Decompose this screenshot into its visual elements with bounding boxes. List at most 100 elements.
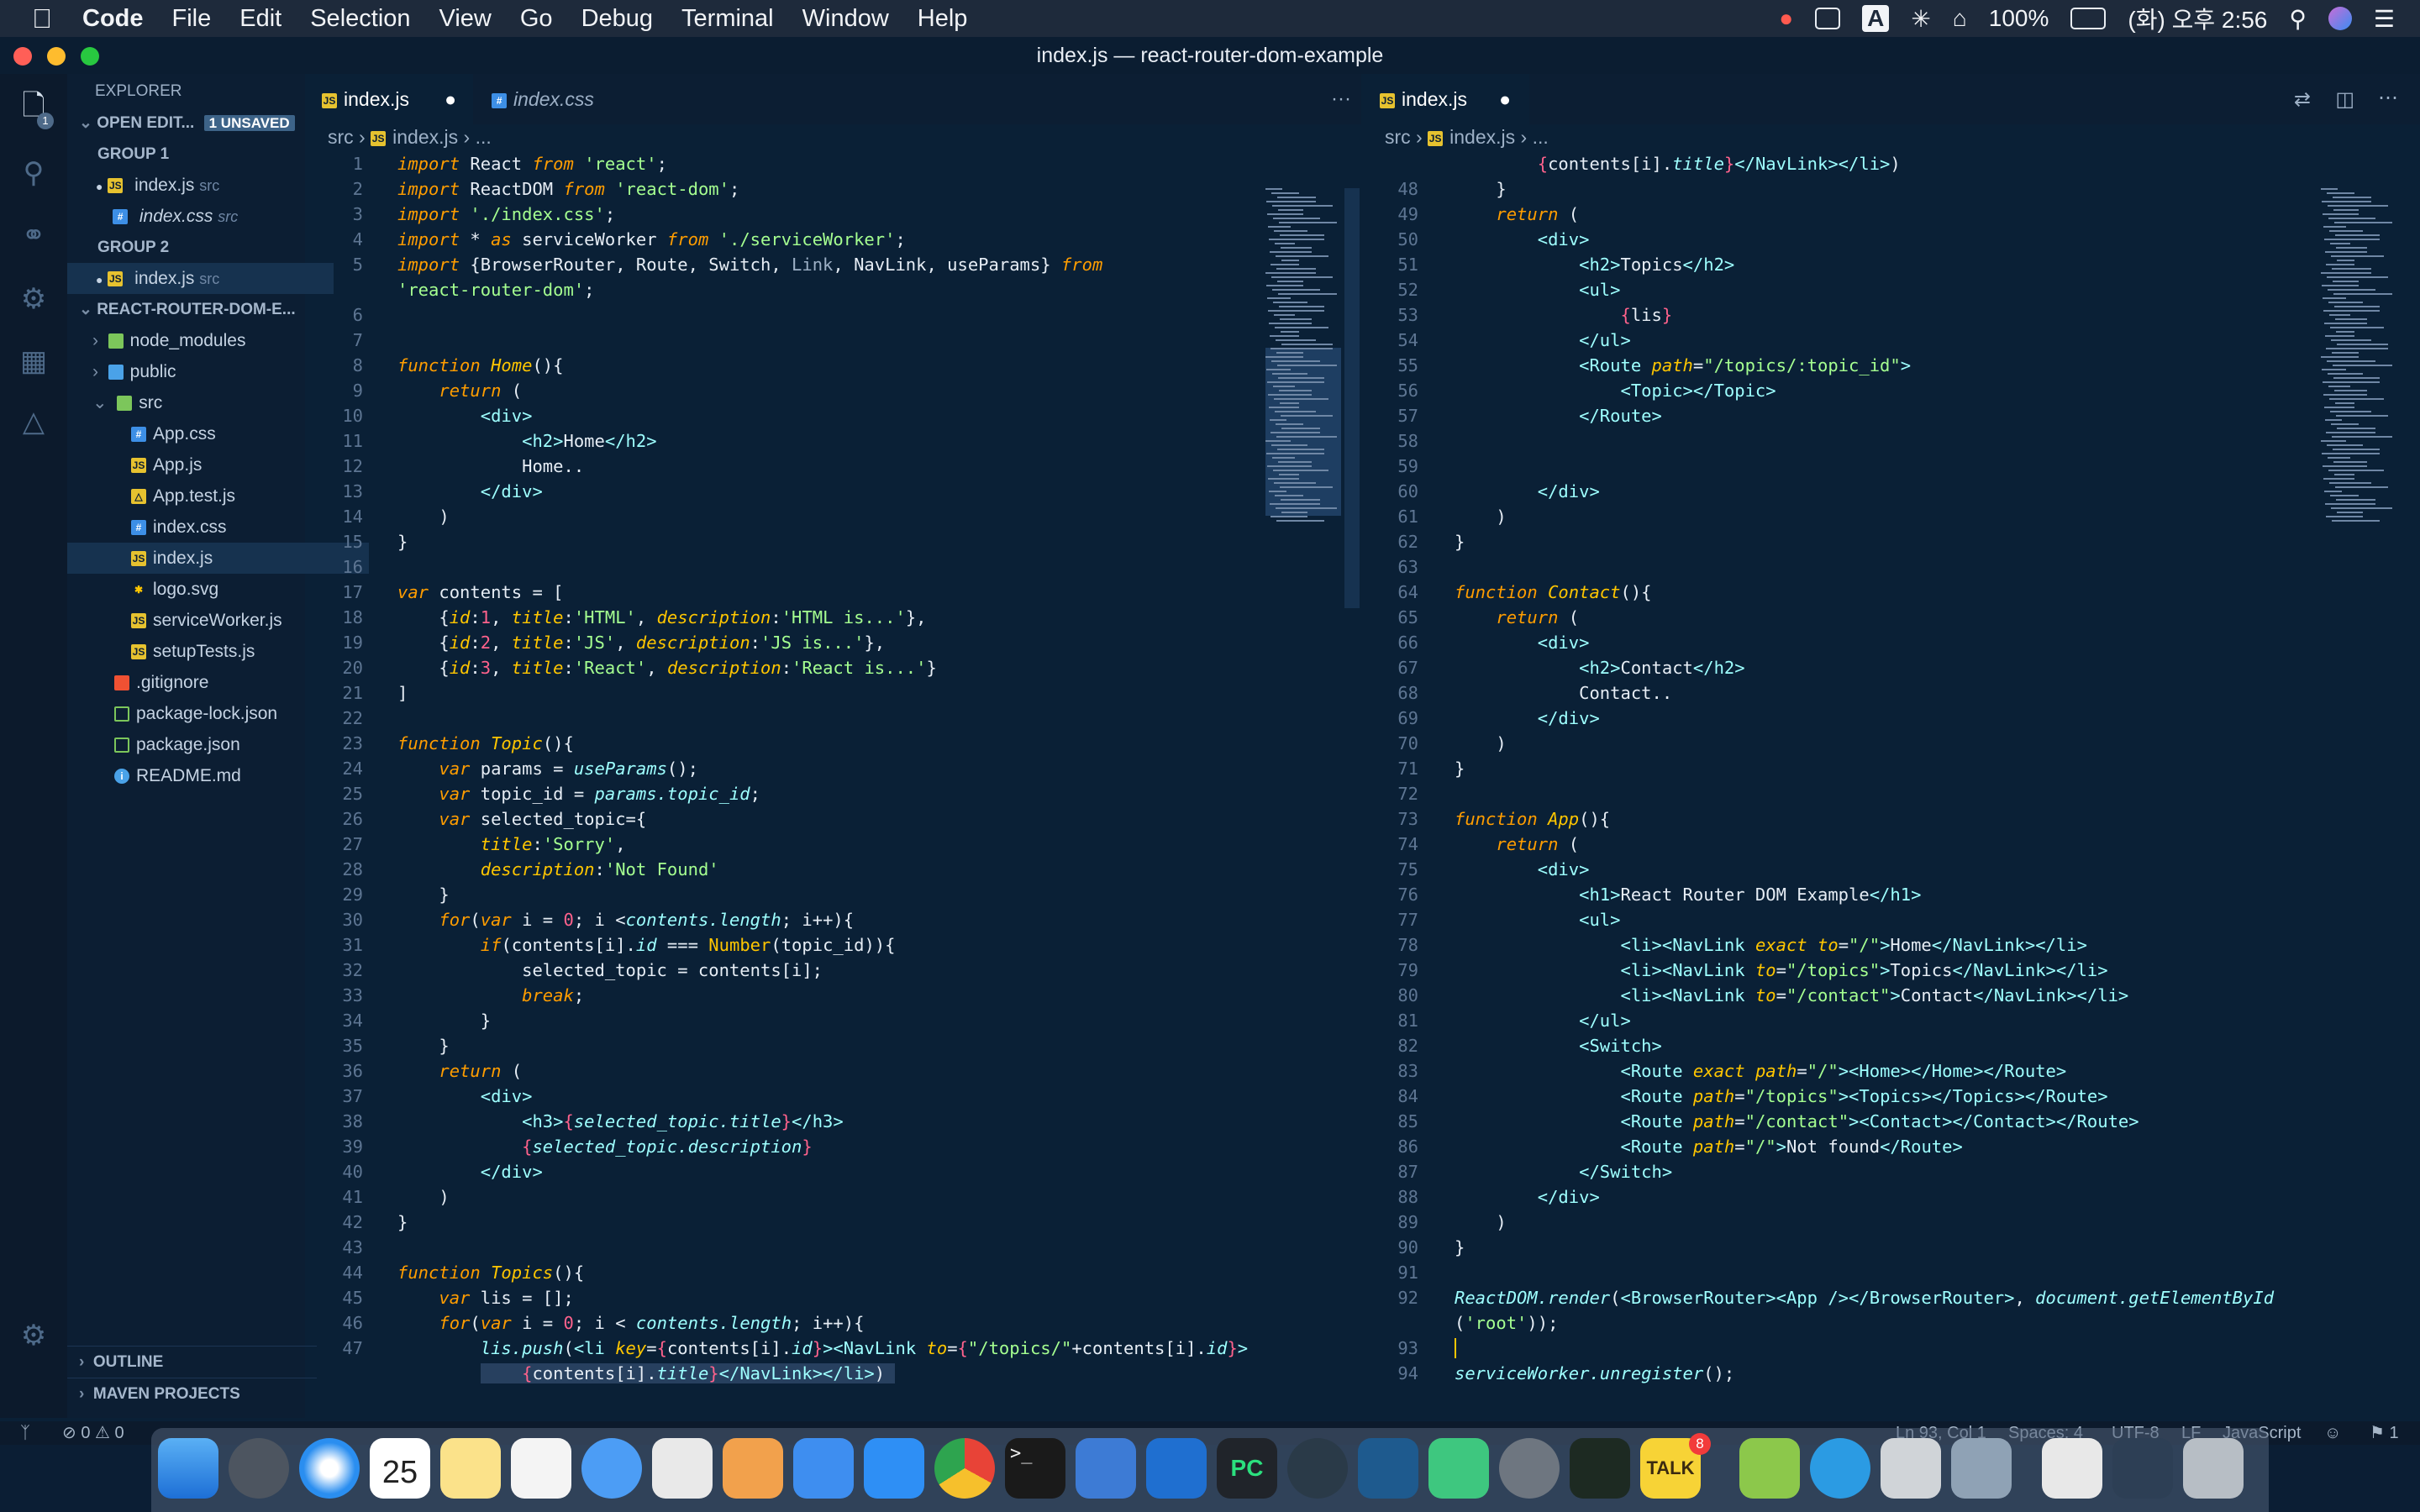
left-code-content[interactable]: import React from 'react'; import ReactD… [397, 151, 1255, 1386]
open-editor-item[interactable]: ● JS index.js src [67, 263, 334, 294]
battery-icon[interactable] [2070, 8, 2107, 29]
outline-section[interactable]: › OUTLINE [67, 1346, 317, 1378]
android-studio-icon[interactable] [1428, 1438, 1489, 1499]
tab-index-js-right[interactable]: JS index.js ● [1363, 74, 1529, 124]
zoom-window-button[interactable] [81, 47, 99, 66]
keynote-icon[interactable] [793, 1438, 854, 1499]
android-icon[interactable] [1739, 1438, 1800, 1499]
mysql-icon[interactable] [1810, 1438, 1870, 1499]
test-flask-icon[interactable]: △ [15, 403, 52, 440]
vscode-icon[interactable] [1146, 1438, 1207, 1499]
more-actions-button[interactable]: ··· [1331, 74, 1351, 124]
atom-icon[interactable] [1287, 1438, 1348, 1499]
wifi-icon[interactable]: ⌂ [1953, 5, 1967, 32]
debug-icon[interactable]: ⚙ [15, 281, 52, 318]
tree-file[interactable]: # index.css [67, 512, 369, 543]
problems-indicator[interactable]: ⊘ 0 ⚠ 0 [62, 1421, 124, 1445]
feedback-icon[interactable]: ☺ [2324, 1421, 2341, 1445]
notification-center-icon[interactable]: ☰ [2374, 5, 2395, 33]
preview-icon[interactable] [1951, 1438, 2012, 1499]
tree-file[interactable]: package.json [67, 729, 352, 760]
tab-index-js[interactable]: JS index.js ● [305, 74, 473, 124]
terminal-icon[interactable]: >_ [1005, 1438, 1065, 1499]
tree-file[interactable]: JS setupTests.js [67, 636, 369, 667]
open-editor-item[interactable]: ● JS index.js src [67, 170, 334, 201]
source-control-icon[interactable]: ⚭ [15, 217, 52, 254]
textedit-icon[interactable] [511, 1438, 571, 1499]
breadcrumb-item[interactable]: ... [476, 126, 492, 148]
activity-monitor-icon[interactable] [1570, 1438, 1630, 1499]
tree-file[interactable]: i README.md [67, 760, 352, 791]
menu-file[interactable]: File [172, 5, 212, 33]
system-preferences-icon[interactable] [1499, 1438, 1560, 1499]
tree-folder-node-modules[interactable]: › node_modules [67, 325, 330, 356]
tab-index-css[interactable]: # index.css [475, 74, 643, 124]
breadcrumb-item[interactable]: ... [1533, 126, 1549, 148]
menu-edit[interactable]: Edit [239, 5, 281, 33]
menu-go[interactable]: Go [520, 5, 553, 33]
open-editor-item[interactable]: # index.css src [67, 201, 350, 232]
battery-percent[interactable]: 100% [1989, 5, 2049, 32]
open-changes-icon[interactable]: ⇄ [2294, 87, 2311, 112]
more-actions-icon[interactable]: ⋯ [2378, 86, 2398, 110]
search-icon[interactable]: ⚲ [15, 155, 52, 192]
tree-folder-src[interactable]: ⌄ src [67, 387, 330, 418]
project-section[interactable]: ⌄ REACT-ROUTER-DOM-E... [67, 294, 317, 325]
menubar-clock[interactable]: (화) 오후 2:56 [2128, 2, 2267, 35]
notes-icon[interactable] [440, 1438, 501, 1499]
branch-icon[interactable]: ᛉ [20, 1421, 30, 1445]
right-minimap[interactable] [2321, 188, 2398, 1415]
finder-icon[interactable] [158, 1438, 218, 1499]
tree-file[interactable]: ✱ logo.svg [67, 574, 369, 605]
tree-file[interactable]: △ App.test.js [67, 480, 369, 512]
menu-debug[interactable]: Debug [581, 5, 653, 33]
numbers-icon[interactable] [652, 1438, 713, 1499]
breadcrumb-item[interactable]: index.js [392, 126, 458, 148]
apple-menu-icon[interactable]:  [32, 3, 52, 34]
left-scrollbar-thumb[interactable] [1344, 188, 1360, 608]
close-window-button[interactable] [13, 47, 32, 66]
minimize-window-button[interactable] [47, 47, 66, 66]
open-editors-section[interactable]: ⌄ OPEN EDIT... 1 UNSAVED [67, 108, 317, 139]
breadcrumb-item[interactable]: src [1385, 126, 1411, 148]
breadcrumb-item[interactable]: src [328, 126, 354, 148]
menu-help[interactable]: Help [918, 5, 968, 33]
mysql-workbench-icon[interactable] [1358, 1438, 1418, 1499]
display-icon[interactable] [1815, 8, 1841, 29]
pycharm-icon[interactable]: PC [1217, 1438, 1277, 1499]
input-source-indicator[interactable]: A [1862, 5, 1890, 32]
bluetooth-icon[interactable]: ✳ [1911, 5, 1930, 33]
messages-icon[interactable] [581, 1438, 642, 1499]
tree-file[interactable]: package-lock.json [67, 698, 352, 729]
tree-file[interactable]: JS serviceWorker.js [67, 605, 369, 636]
siri-icon[interactable] [2328, 7, 2352, 30]
tree-file-active[interactable]: JS index.js [67, 543, 369, 574]
split-editor-icon[interactable]: ◫ [2335, 87, 2354, 112]
app-menu[interactable]: Code [82, 5, 144, 33]
menu-selection[interactable]: Selection [310, 5, 410, 33]
menu-terminal[interactable]: Terminal [681, 5, 774, 33]
safari-icon[interactable] [299, 1438, 360, 1499]
instruments-icon[interactable] [1881, 1438, 1941, 1499]
menu-view[interactable]: View [439, 5, 492, 33]
documents-folder-icon[interactable] [2042, 1438, 2102, 1499]
notification-app-icon[interactable]: ● [1779, 5, 1793, 32]
recent-window-icon[interactable] [2112, 1438, 2173, 1499]
chrome-icon[interactable] [934, 1438, 995, 1499]
spotlight-icon[interactable]: ⚲ [2289, 5, 2307, 33]
menu-window[interactable]: Window [802, 5, 889, 33]
tree-file[interactable]: .gitignore [67, 667, 352, 698]
xcode-icon[interactable] [1076, 1438, 1136, 1499]
maven-section[interactable]: › MAVEN PROJECTS [67, 1378, 317, 1410]
notifications-icon[interactable]: ⚑ 1 [2370, 1421, 2399, 1445]
tree-file[interactable]: # App.css [67, 418, 369, 449]
right-code-content[interactable]: {contents[i].title}</NavLink></li>) } re… [1455, 151, 2312, 1386]
unsaved-dot-icon[interactable]: ● [1499, 74, 1511, 124]
tree-folder-public[interactable]: › public [67, 356, 330, 387]
trash-icon[interactable] [2183, 1438, 2244, 1499]
left-minimap[interactable] [1265, 188, 1343, 1415]
pages-icon[interactable] [723, 1438, 783, 1499]
calendar-icon[interactable]: 25 [370, 1438, 430, 1499]
tree-file[interactable]: JS App.js [67, 449, 369, 480]
extensions-icon[interactable]: ▦ [15, 343, 52, 380]
